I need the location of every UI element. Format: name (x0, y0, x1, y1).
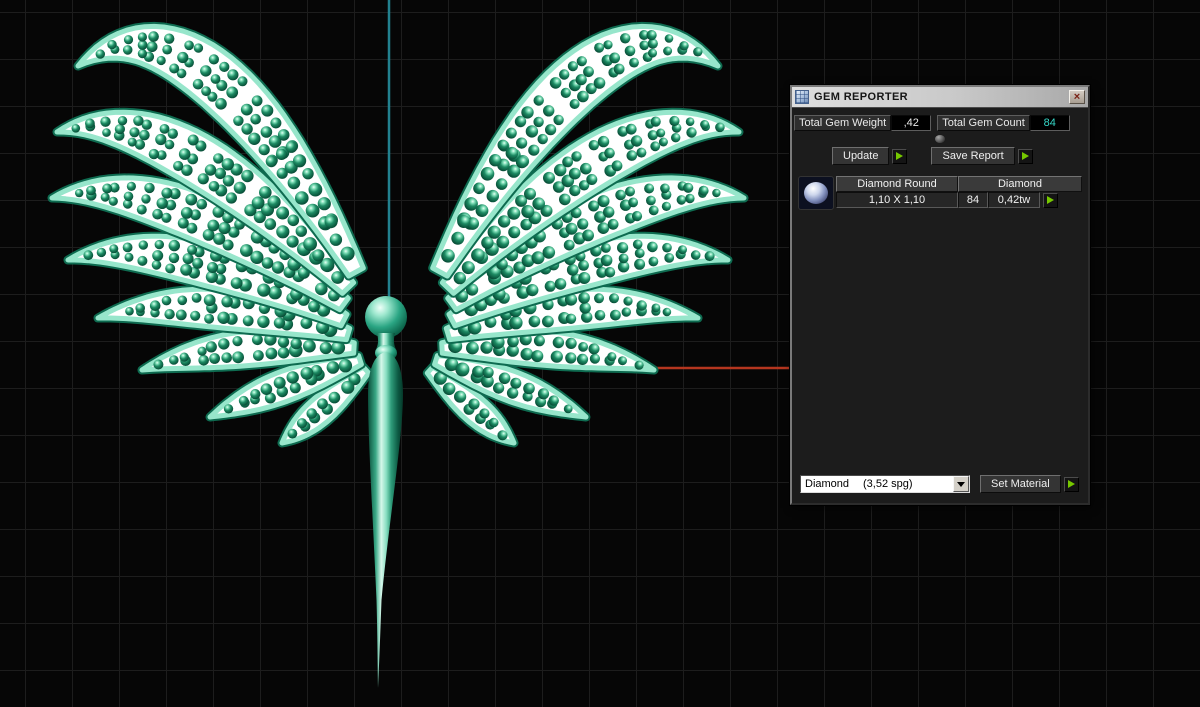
material-row: Diamond (3,52 spg) Set Material (800, 475, 1080, 493)
close-icon[interactable]: × (1069, 90, 1085, 104)
total-gem-count-label: Total Gem Count (937, 115, 1030, 131)
3d-viewport[interactable]: GEM REPORTER × Total Gem Weight ,42 Tota… (0, 0, 1200, 707)
set-material-arrow-button[interactable] (1063, 476, 1079, 492)
totals-row: Total Gem Weight ,42 Total Gem Count 84 (794, 115, 1086, 131)
panel-title: GEM REPORTER (814, 91, 909, 103)
total-gem-weight-label: Total Gem Weight (794, 115, 892, 131)
total-gem-count-value: 84 (1029, 115, 1070, 131)
collapse-knob[interactable] (935, 135, 945, 143)
update-arrow-button[interactable] (892, 148, 908, 164)
update-button[interactable]: Update (832, 147, 890, 165)
material-dropdown-spg: (3,52 spg) (863, 478, 913, 490)
save-report-button[interactable]: Save Report (931, 147, 1015, 165)
gem-reporter-panel: GEM REPORTER × Total Gem Weight ,42 Tota… (790, 85, 1090, 505)
play-arrow-icon (896, 152, 904, 160)
play-arrow-icon (1047, 196, 1054, 204)
dropdown-arrow-button[interactable] (953, 476, 969, 492)
save-report-arrow-button[interactable] (1017, 148, 1033, 164)
right-wing (422, 21, 749, 448)
gem-reporter-icon (795, 90, 809, 104)
pendant-drop (368, 352, 403, 688)
material-dropdown[interactable]: Diamond (3,52 spg) (800, 475, 970, 493)
gem-size-cell: 1,10 X 1,10 (836, 192, 958, 208)
play-arrow-icon (1067, 480, 1075, 488)
material-dropdown-value: Diamond (805, 478, 850, 490)
gem-table-grid: Diamond Round Diamond 1,10 X 1,10 84 0,4… (836, 176, 1082, 208)
play-arrow-icon (1021, 152, 1029, 160)
table-row: 1,10 X 1,10 84 0,42tw (836, 192, 1082, 208)
gem-table: Diamond Round Diamond 1,10 X 1,10 84 0,4… (798, 176, 1082, 210)
diamond-gem-icon (804, 182, 828, 204)
collapse-handle-row (792, 135, 1088, 143)
set-material-button[interactable]: Set Material (980, 475, 1061, 493)
actions-row: Update Save Report (800, 147, 1080, 165)
chevron-down-icon (957, 481, 965, 487)
material-header: Diamond (958, 176, 1082, 192)
gem-row-arrow-button[interactable] (1043, 192, 1058, 208)
gem-count-cell: 84 (958, 192, 988, 208)
total-gem-weight-value: ,42 (891, 115, 932, 131)
gem-type-header: Diamond Round (836, 176, 958, 192)
pendant-bail-ball (365, 296, 407, 338)
diamond-thumbnail (798, 176, 834, 210)
panel-titlebar[interactable]: GEM REPORTER × (792, 87, 1088, 108)
pendant-body (365, 296, 407, 688)
table-header-row: Diamond Round Diamond (836, 176, 1082, 192)
left-wing (47, 21, 374, 448)
panel-empty-area (792, 210, 1088, 469)
gem-weight-cell: 0,42tw (988, 192, 1040, 208)
